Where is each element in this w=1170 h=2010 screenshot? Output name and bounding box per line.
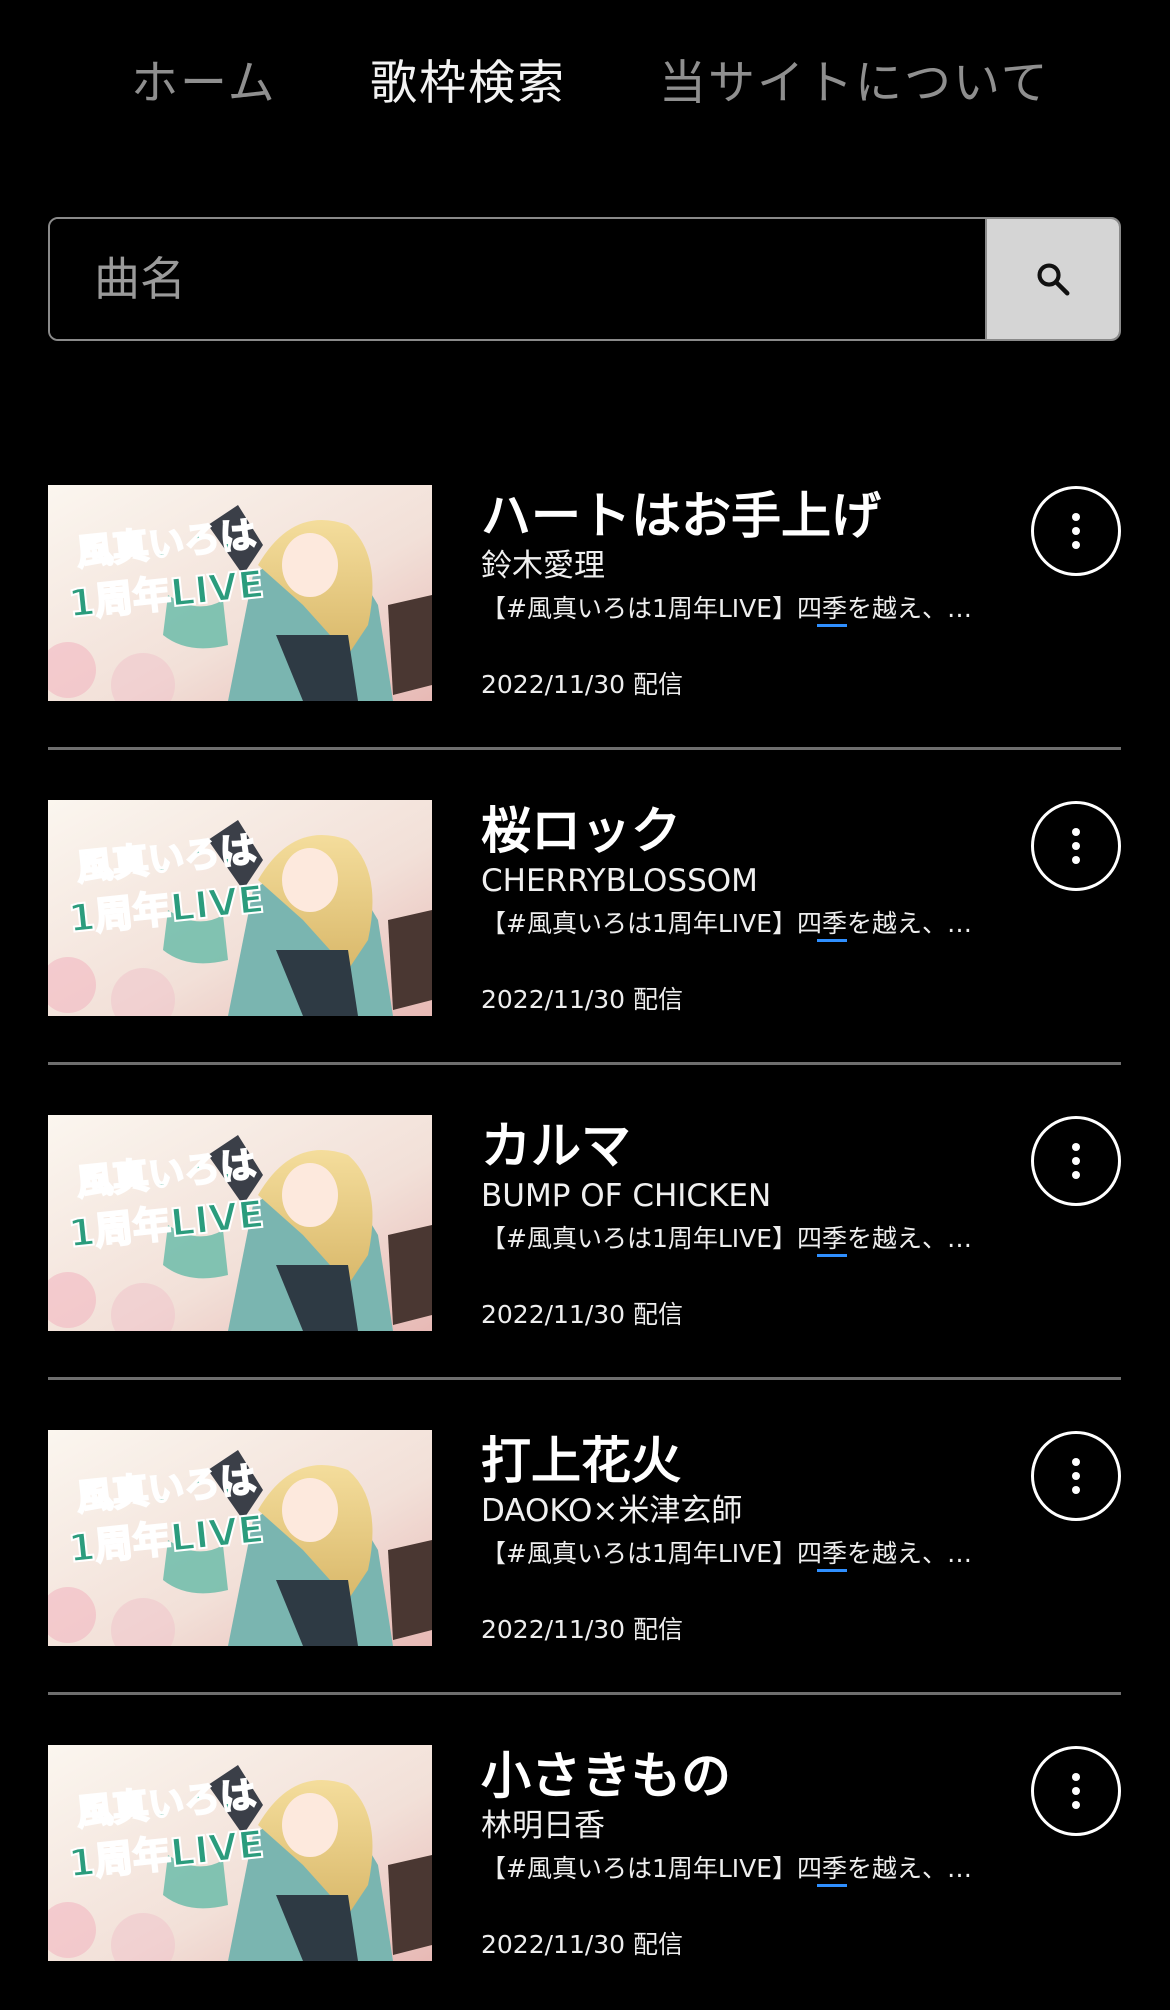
thumbnail-image: 風真いろは 1周年LIVE <box>48 485 432 701</box>
stream-date: 2022/11/30 配信 <box>481 1930 684 1959</box>
nav-home[interactable]: ホーム <box>131 52 277 116</box>
stream-title-accent <box>817 939 847 942</box>
search-icon <box>1037 263 1070 296</box>
more-vert-icon <box>1072 1773 1080 1809</box>
stream-title-accent <box>817 1884 847 1887</box>
result-row: 風真いろは 1周年LIVE 打上花火 DAOKO×米津玄師 【#風真いろは1周年… <box>48 1430 1121 1695</box>
stream-title[interactable]: 【#風真いろは1周年LIVE】四季を越え、… <box>481 590 1021 628</box>
stream-title[interactable]: 【#風真いろは1周年LIVE】四季を越え、… <box>481 1850 1021 1888</box>
artist-name: BUMP OF CHICKEN <box>481 1178 772 1214</box>
video-thumbnail[interactable]: 風真いろは 1周年LIVE <box>48 800 432 1016</box>
result-info: 桜ロック CHERRYBLOSSOM 【#風真いろは1周年LIVE】四季を越え、… <box>481 800 1061 1014</box>
stream-title-accent <box>817 1254 847 1257</box>
stream-date: 2022/11/30 配信 <box>481 985 684 1014</box>
more-options-button[interactable] <box>1031 1431 1121 1521</box>
nav-about[interactable]: 当サイトについて <box>659 52 1050 116</box>
more-options-button[interactable] <box>1031 801 1121 891</box>
search-bar <box>48 217 1121 341</box>
more-options-button[interactable] <box>1031 1116 1121 1206</box>
result-info: カルマ BUMP OF CHICKEN 【#風真いろは1周年LIVE】四季を越え… <box>481 1115 1061 1329</box>
song-title[interactable]: カルマ <box>481 1118 1061 1174</box>
result-row: 風真いろは 1周年LIVE 桜ロック CHERRYBLOSSOM 【#風真いろは… <box>48 800 1121 1065</box>
more-vert-icon <box>1072 513 1080 549</box>
result-row: 風真いろは 1周年LIVE カルマ BUMP OF CHICKEN 【#風真いろ… <box>48 1115 1121 1380</box>
song-title[interactable]: 桜ロック <box>481 803 1061 859</box>
artist-name: 林明日香 <box>481 1808 605 1844</box>
stream-title[interactable]: 【#風真いろは1周年LIVE】四季を越え、… <box>481 1535 1021 1573</box>
stream-title-accent <box>817 1569 847 1572</box>
result-info: 打上花火 DAOKO×米津玄師 【#風真いろは1周年LIVE】四季を越え、… 2… <box>481 1430 1061 1644</box>
artist-name: DAOKO×米津玄師 <box>481 1493 743 1529</box>
more-vert-icon <box>1072 828 1080 864</box>
result-info: 小さきもの 林明日香 【#風真いろは1周年LIVE】四季を越え、… 2022/1… <box>481 1745 1061 1959</box>
more-options-button[interactable] <box>1031 1746 1121 1836</box>
song-title[interactable]: ハートはお手上げ <box>481 488 1061 544</box>
stream-title[interactable]: 【#風真いろは1周年LIVE】四季を越え、… <box>481 1220 1021 1258</box>
stream-title-text: 【#風真いろは1周年LIVE】四季を越え、… <box>481 1854 973 1883</box>
stream-title-text: 【#風真いろは1周年LIVE】四季を越え、… <box>481 1224 973 1253</box>
artist-name: CHERRYBLOSSOM <box>481 863 758 899</box>
thumbnail-image: 風真いろは 1周年LIVE <box>48 1430 432 1646</box>
thumbnail-image: 風真いろは 1周年LIVE <box>48 1115 432 1331</box>
result-row: 風真いろは 1周年LIVE 小さきもの 林明日香 【#風真いろは1周年LIVE】… <box>48 1745 1121 2010</box>
top-nav: ホーム 歌枠検索 当サイトについて <box>0 0 1170 170</box>
stream-title-text: 【#風真いろは1周年LIVE】四季を越え、… <box>481 909 973 938</box>
result-row: 風真いろは 1周年LIVE ハートはお手上げ 鈴木愛理 【#風真いろは1周年LI… <box>48 485 1121 750</box>
search-input[interactable] <box>50 219 985 339</box>
video-thumbnail[interactable]: 風真いろは 1周年LIVE <box>48 1430 432 1646</box>
more-vert-icon <box>1072 1143 1080 1179</box>
stream-title[interactable]: 【#風真いろは1周年LIVE】四季を越え、… <box>481 905 1021 943</box>
nav-song-search[interactable]: 歌枠検索 <box>370 52 566 116</box>
result-list: 風真いろは 1周年LIVE ハートはお手上げ 鈴木愛理 【#風真いろは1周年LI… <box>48 485 1121 2010</box>
song-title[interactable]: 小さきもの <box>481 1748 1061 1804</box>
more-options-button[interactable] <box>1031 486 1121 576</box>
artist-name: 鈴木愛理 <box>481 548 605 584</box>
result-info: ハートはお手上げ 鈴木愛理 【#風真いろは1周年LIVE】四季を越え、… 202… <box>481 485 1061 699</box>
song-title[interactable]: 打上花火 <box>481 1433 1061 1489</box>
stream-date: 2022/11/30 配信 <box>481 1615 684 1644</box>
video-thumbnail[interactable]: 風真いろは 1周年LIVE <box>48 485 432 701</box>
stream-title-accent <box>817 624 847 627</box>
stream-date: 2022/11/30 配信 <box>481 670 684 699</box>
stream-title-text: 【#風真いろは1周年LIVE】四季を越え、… <box>481 594 973 623</box>
more-vert-icon <box>1072 1458 1080 1494</box>
video-thumbnail[interactable]: 風真いろは 1周年LIVE <box>48 1745 432 1961</box>
video-thumbnail[interactable]: 風真いろは 1周年LIVE <box>48 1115 432 1331</box>
stream-date: 2022/11/30 配信 <box>481 1300 684 1329</box>
search-button[interactable] <box>985 219 1119 339</box>
stream-title-text: 【#風真いろは1周年LIVE】四季を越え、… <box>481 1539 973 1568</box>
thumbnail-image: 風真いろは 1周年LIVE <box>48 800 432 1016</box>
thumbnail-image: 風真いろは 1周年LIVE <box>48 1745 432 1961</box>
